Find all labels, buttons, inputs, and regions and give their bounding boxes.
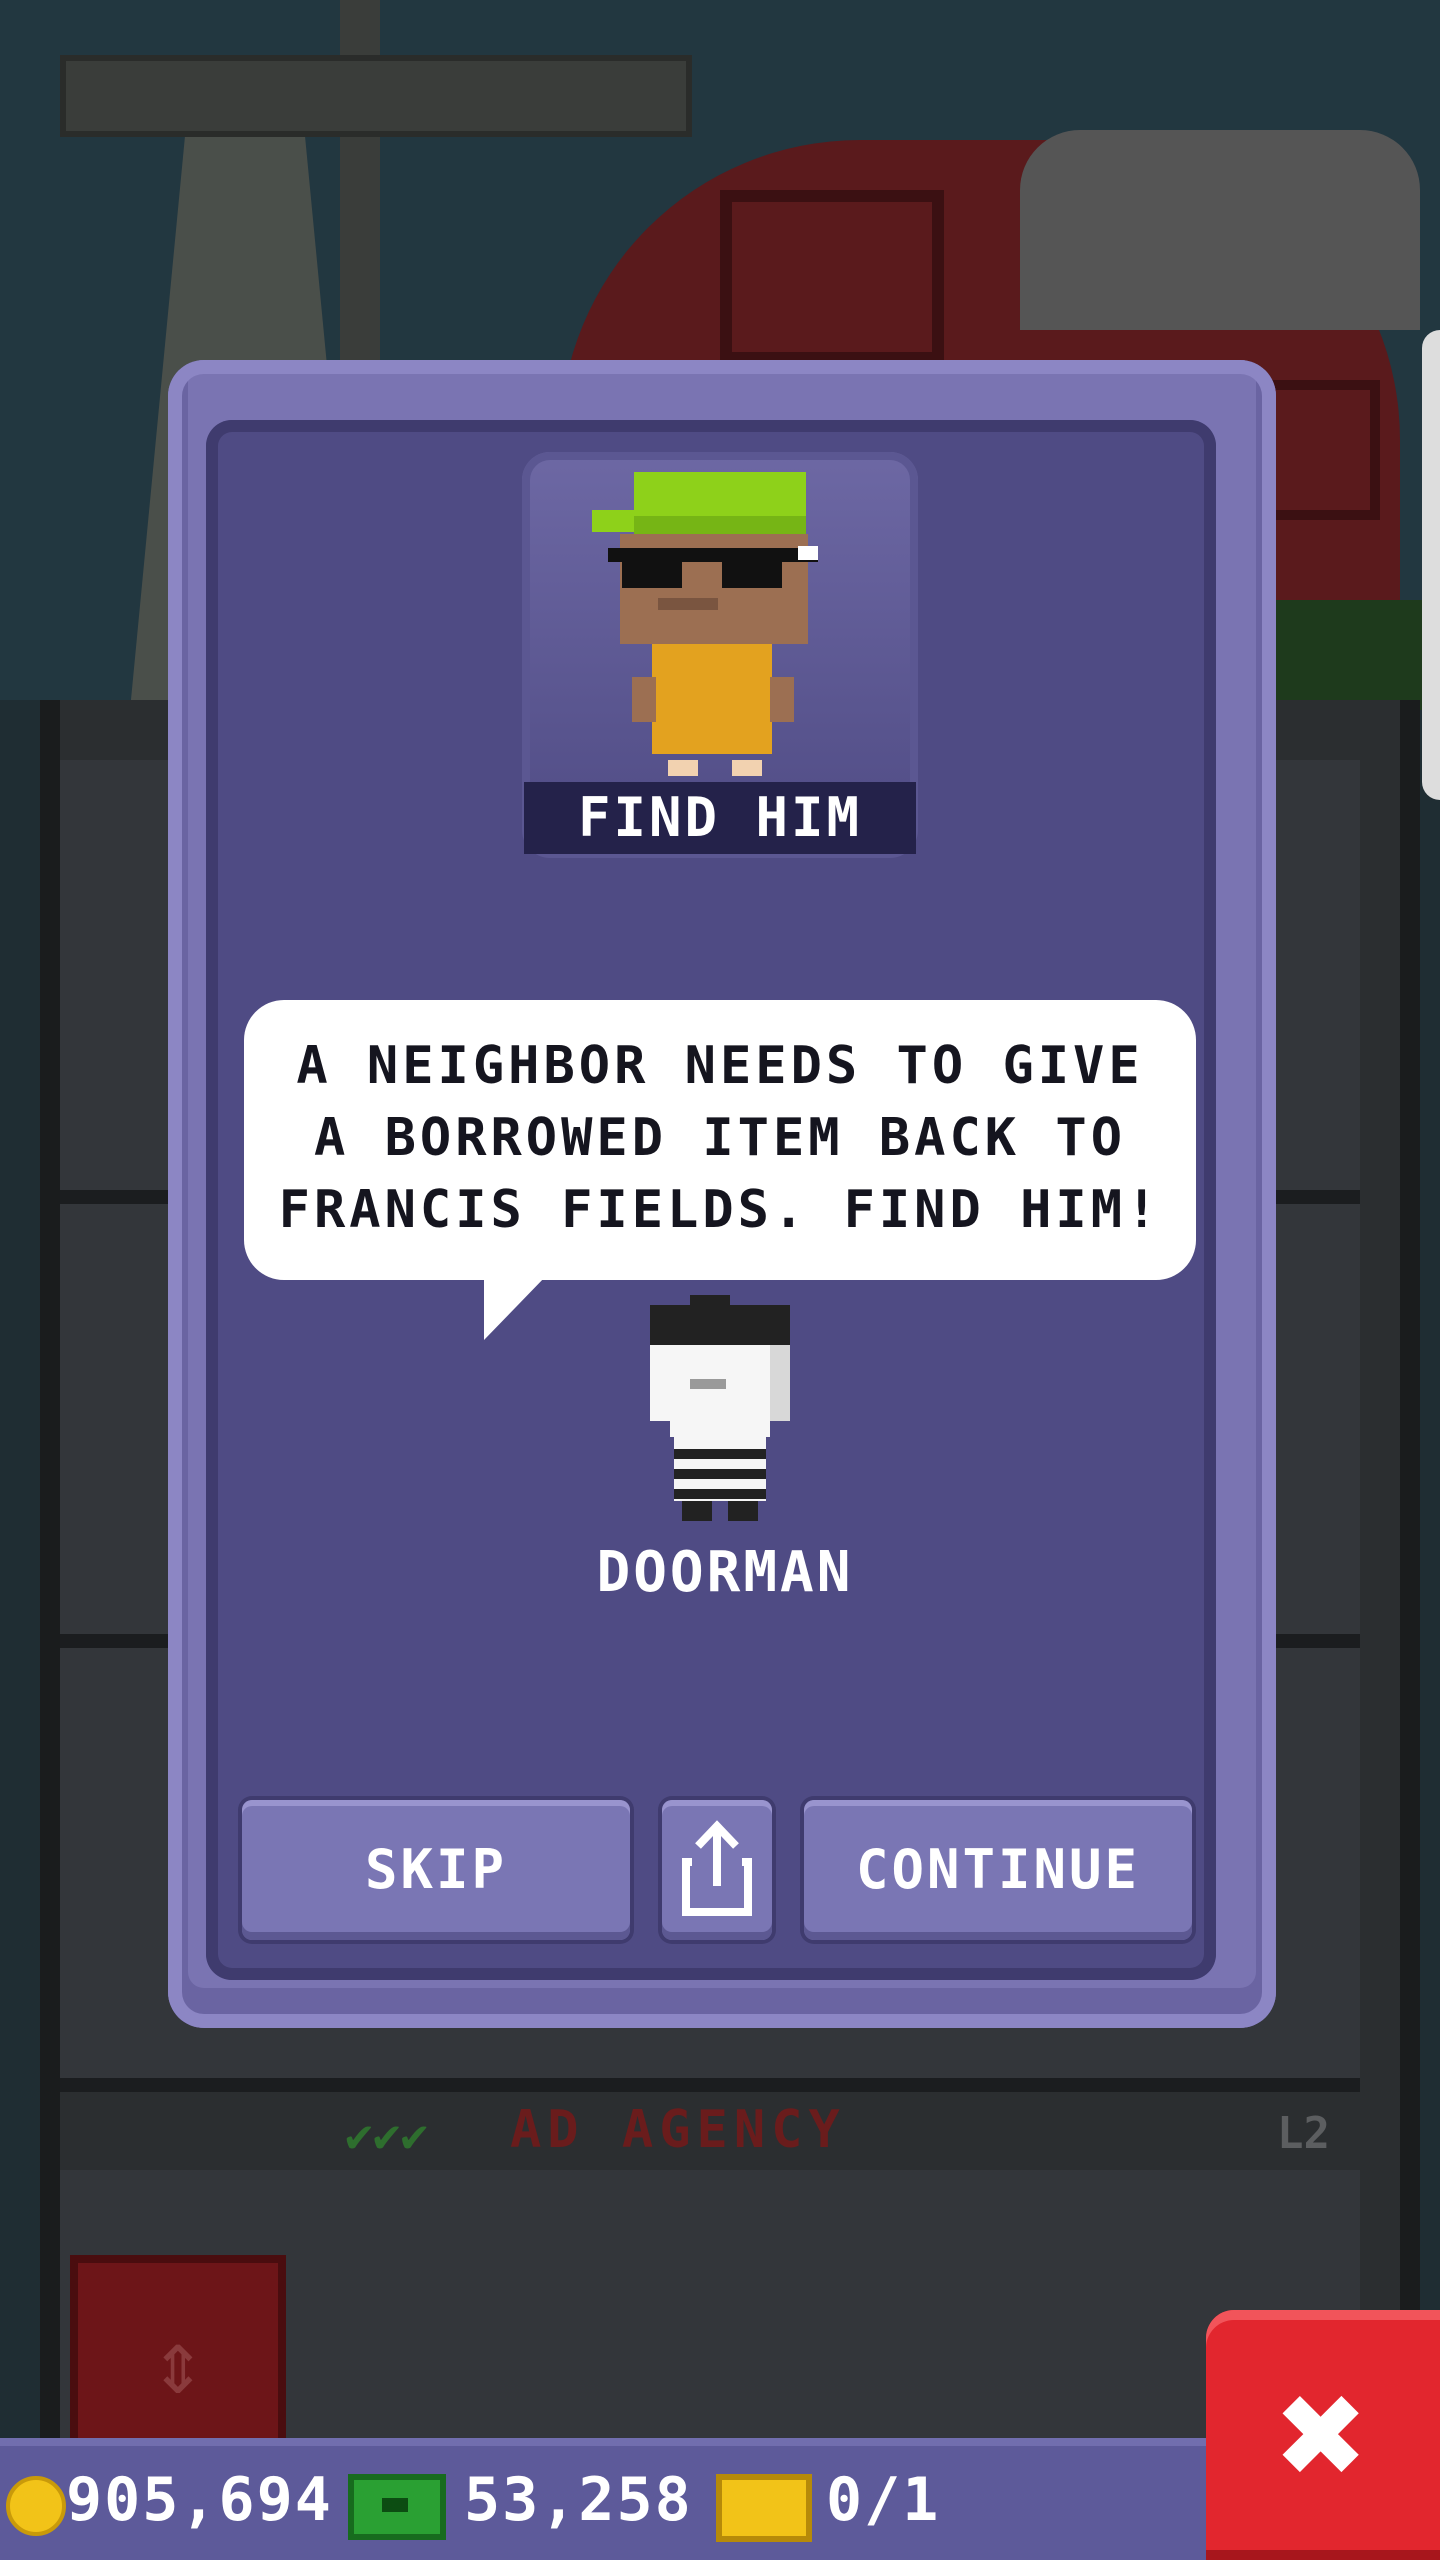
floor-checkmarks: ✔✔✔: [345, 2108, 429, 2162]
floor-name: AD AGENCY: [510, 2100, 846, 2160]
floor-level-label: L2: [1277, 2108, 1330, 2159]
share-icon: [682, 1820, 752, 1916]
coin-icon: [6, 2476, 66, 2536]
elevator-arrows-icon: ⇕: [150, 2310, 206, 2415]
share-button[interactable]: [662, 1800, 772, 1940]
character-avatar: [592, 472, 818, 776]
speech-line: FRANCIS FIELDS. FIND HIM!: [278, 1180, 1162, 1240]
bux-icon: [348, 2474, 446, 2540]
ticket-icon: [716, 2474, 812, 2542]
bux-count: 53,258: [464, 2465, 693, 2535]
barn-door: [720, 190, 944, 364]
coin-count: 905,694: [66, 2465, 333, 2535]
close-icon: ✖: [1277, 2348, 1369, 2522]
doorman-avatar: [650, 1295, 790, 1521]
skip-button[interactable]: SKIP: [242, 1800, 630, 1940]
ticket-count: 0/1: [826, 2465, 941, 2535]
speech-bubble: A NEIGHBOR NEEDS TO GIVE A BORROWED ITEM…: [244, 1000, 1196, 1280]
barn-roof: [1020, 130, 1420, 330]
windmill-blade: [60, 55, 692, 137]
speaker-name: DOORMAN: [596, 1540, 854, 1605]
grass: [1260, 600, 1440, 710]
close-button[interactable]: ✖: [1206, 2310, 1440, 2560]
speech-line: A NEIGHBOR NEEDS TO GIVE: [296, 1036, 1144, 1096]
mission-title: FIND HIM: [524, 782, 916, 854]
side-tab[interactable]: [1422, 330, 1440, 800]
speech-line: A BORROWED ITEM BACK TO: [313, 1108, 1127, 1168]
speech-bubble-tail: [484, 1276, 546, 1340]
continue-button[interactable]: CONTINUE: [804, 1800, 1192, 1940]
